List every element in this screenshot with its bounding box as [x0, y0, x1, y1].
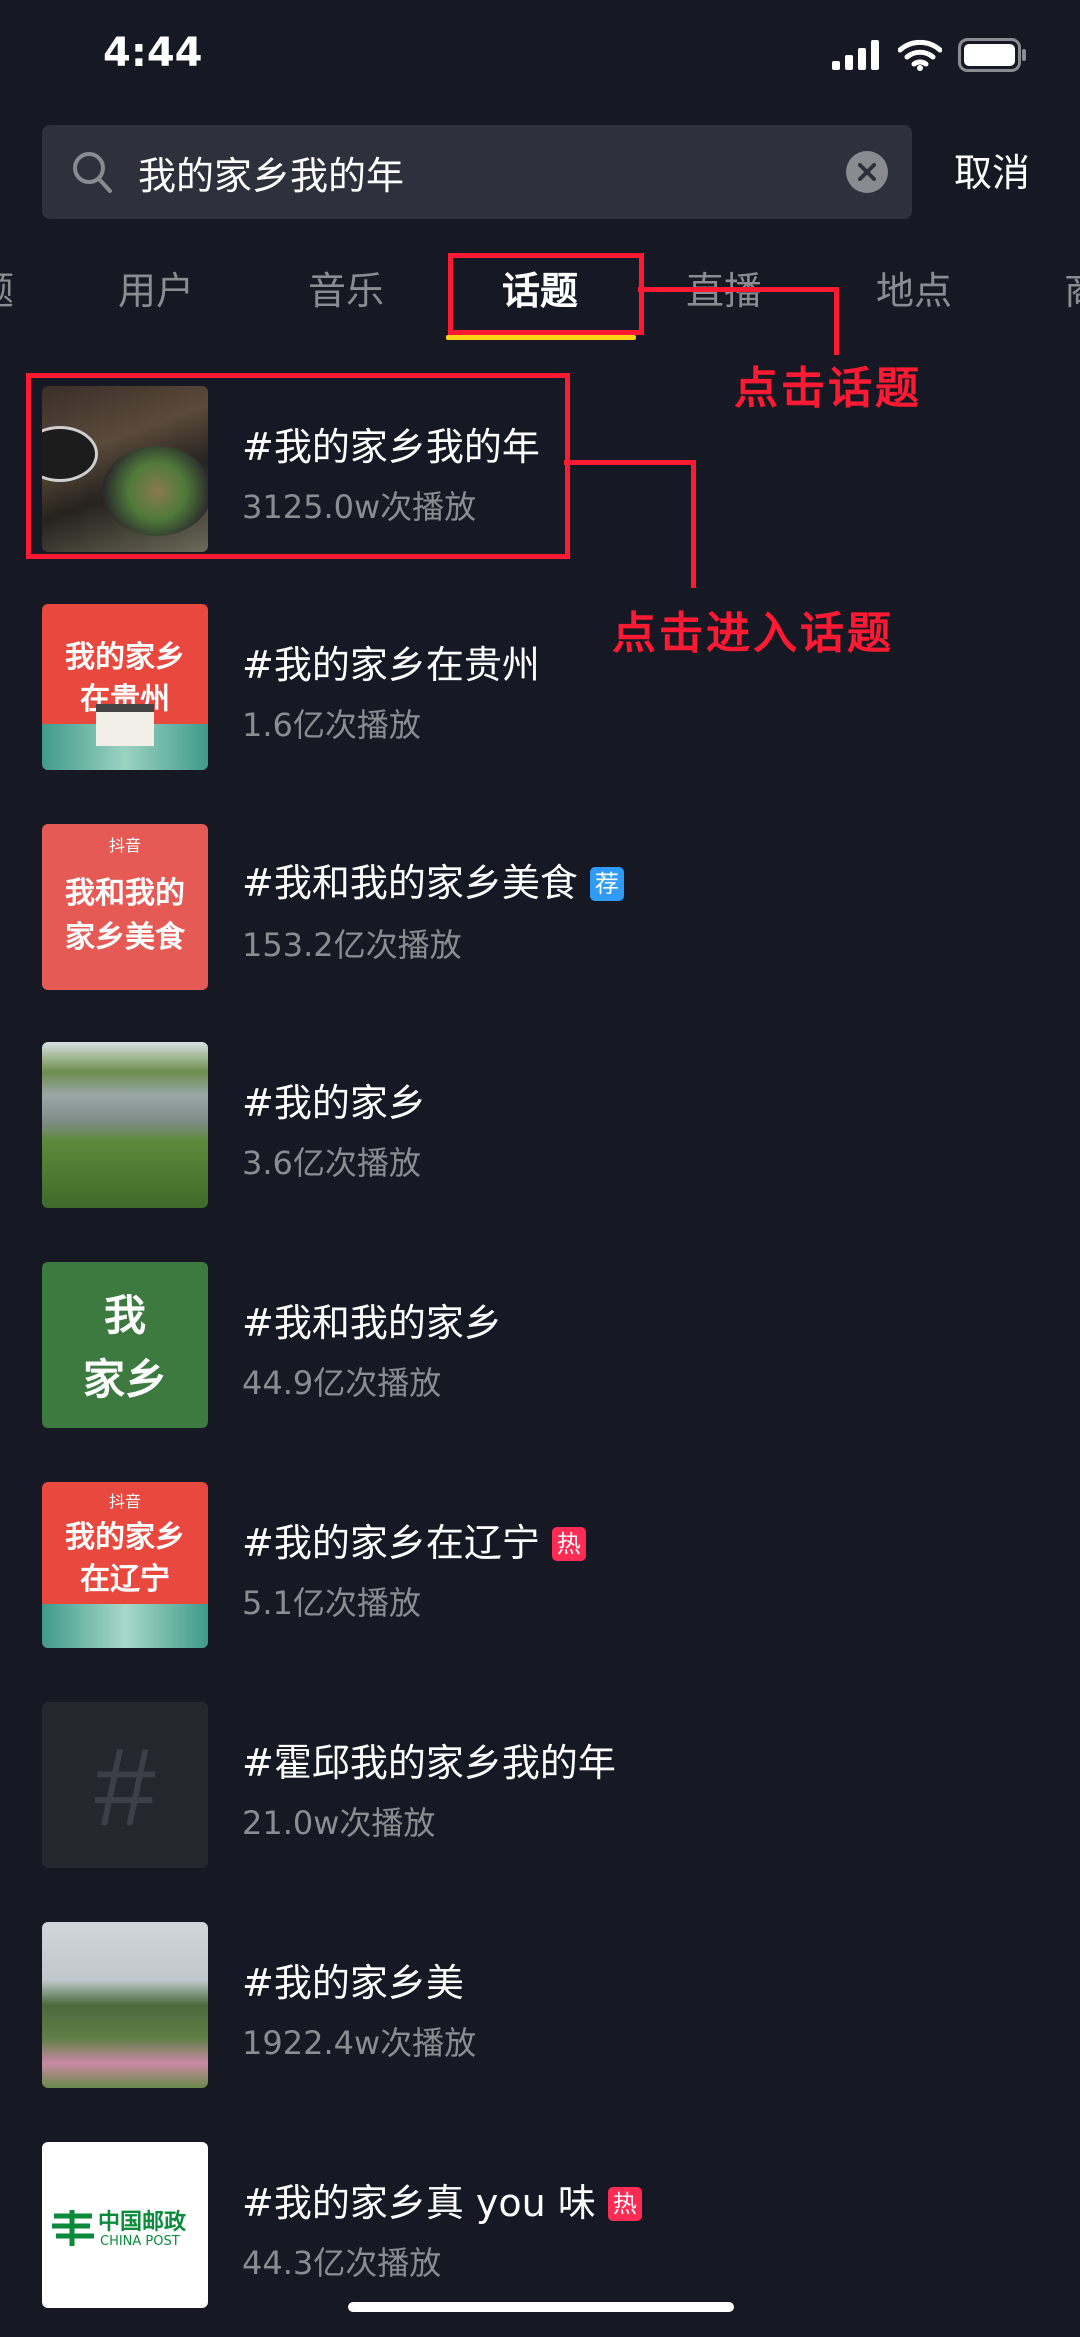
topic-play-count: 1.6亿次播放: [242, 706, 421, 744]
topic-title-text: #我的家乡在辽宁: [242, 1521, 540, 1565]
topic-title: #我的家乡真 you 味热: [242, 2172, 642, 2227]
annotation-click-enter-topic: 点击进入话题: [612, 608, 894, 659]
battery-icon: [958, 38, 1026, 72]
topic-thumbnail: 抖音 我的家乡 在辽宁: [42, 1482, 208, 1648]
topic-play-count: 44.9亿次播放: [242, 1364, 442, 1402]
hot-badge: 热: [551, 1527, 586, 1561]
thumbnail-brand: 抖音: [108, 1492, 141, 1511]
topic-title: #我和我的家乡: [242, 1301, 502, 1345]
thumbnail-text: 家乡美食: [65, 920, 185, 955]
topic-row[interactable]: #我的家乡美 1922.4w次播放: [0, 1910, 1080, 2110]
topic-thumbnail: 抖音 我和我的 家乡美食: [42, 824, 208, 990]
annotation-line: [691, 460, 696, 588]
thumbnail-text: 在辽宁: [80, 1562, 170, 1597]
wifi-icon: [898, 39, 942, 71]
hot-badge: 热: [607, 2187, 642, 2221]
signal-icon: [832, 40, 879, 70]
thumbnail-text: 我的家乡: [65, 1520, 185, 1555]
topic-thumbnail: #: [42, 1702, 208, 1868]
topic-thumbnail: [42, 1922, 208, 2088]
topic-play-count: 5.1亿次播放: [242, 1584, 421, 1622]
topic-title: #我的家乡在贵州: [242, 643, 540, 687]
topic-title: #我的家乡: [242, 1081, 426, 1125]
home-indicator[interactable]: [348, 2302, 734, 2312]
topic-play-count: 153.2亿次播放: [242, 926, 462, 964]
search-input[interactable]: 我的家乡我的年: [42, 125, 912, 219]
topic-thumbnail: 我 家乡: [42, 1262, 208, 1428]
topic-row[interactable]: 我的家乡 在贵州 #我的家乡在贵州 1.6亿次播放: [0, 590, 1080, 790]
thumbnail-text: 中国邮政: [98, 2210, 187, 2235]
status-bar: 4:44: [0, 0, 1080, 120]
thumbnail-brand: 抖音: [108, 836, 141, 855]
cancel-button[interactable]: 取消: [954, 142, 1030, 197]
topic-play-count: 21.0w次播放: [242, 1804, 436, 1842]
topic-play-count: 44.3亿次播放: [242, 2244, 442, 2282]
thumbnail-landscape: [42, 1604, 208, 1648]
thumbnail-building: [96, 704, 154, 746]
recommend-badge: 荐: [589, 867, 624, 901]
thumbnail-text: 我: [103, 1291, 146, 1340]
tab-music[interactable]: 音乐: [308, 260, 384, 315]
topic-thumbnail: 中国邮政 CHINA POST: [42, 2142, 208, 2308]
tab-partial-right[interactable]: 商: [1064, 260, 1080, 315]
clear-search-button[interactable]: [846, 151, 888, 193]
topic-row[interactable]: 抖音 我和我的 家乡美食 #我和我的家乡美食荐 153.2亿次播放: [0, 810, 1080, 1010]
hashtag-icon: #: [94, 1726, 156, 1849]
annotation-click-topic: 点击话题: [734, 363, 922, 414]
thumbnail-text: CHINA POST: [100, 2234, 180, 2249]
topic-row[interactable]: # #霍邱我的家乡我的年 21.0w次播放: [0, 1690, 1080, 1890]
topic-thumbnail: 我的家乡 在贵州: [42, 604, 208, 770]
topic-row[interactable]: #我的家乡 3.6亿次播放: [0, 1030, 1080, 1230]
status-time: 4:44: [103, 30, 203, 76]
annotation-line: [564, 460, 696, 465]
tab-users[interactable]: 用户: [118, 260, 194, 315]
status-icons: [832, 38, 1028, 72]
thumbnail-text: 家乡: [82, 1355, 167, 1404]
topic-thumbnail: [42, 1042, 208, 1208]
thumbnail-text: 我的家乡: [65, 640, 185, 675]
topic-play-count: 1922.4w次播放: [242, 2024, 477, 2062]
topic-play-count: 3.6亿次播放: [242, 1144, 421, 1182]
annotation-box-first-result: [26, 373, 570, 559]
tab-places[interactable]: 地点: [876, 260, 952, 315]
topic-row[interactable]: 中国邮政 CHINA POST #我的家乡真 you 味热 44.3亿次播放: [0, 2130, 1080, 2330]
annotation-line: [638, 287, 838, 292]
search-icon: [73, 152, 112, 193]
topic-title-text: #我和我的家乡美食: [242, 861, 578, 905]
topic-row[interactable]: 我 家乡 #我和我的家乡 44.9亿次播放: [0, 1250, 1080, 1450]
topic-title: #我和我的家乡美食荐: [242, 852, 624, 907]
topic-title-text: #我的家乡真 you 味: [242, 2181, 596, 2225]
tab-partial-left[interactable]: 题: [0, 260, 14, 315]
thumbnail-text: 我和我的: [65, 876, 185, 911]
close-icon: [858, 163, 876, 181]
search-query: 我的家乡我的年: [138, 154, 405, 198]
topic-title: #霍邱我的家乡我的年: [242, 1741, 616, 1785]
annotation-line: [834, 287, 839, 355]
annotation-box-topic-tab: [448, 253, 644, 335]
topic-row[interactable]: 抖音 我的家乡 在辽宁 #我的家乡在辽宁热 5.1亿次播放: [0, 1470, 1080, 1670]
topic-title: #我的家乡在辽宁热: [242, 1512, 586, 1567]
active-tab-indicator: [446, 335, 636, 340]
china-post-logo-icon: [52, 2210, 94, 2246]
topic-title: #我的家乡美: [242, 1961, 464, 2005]
